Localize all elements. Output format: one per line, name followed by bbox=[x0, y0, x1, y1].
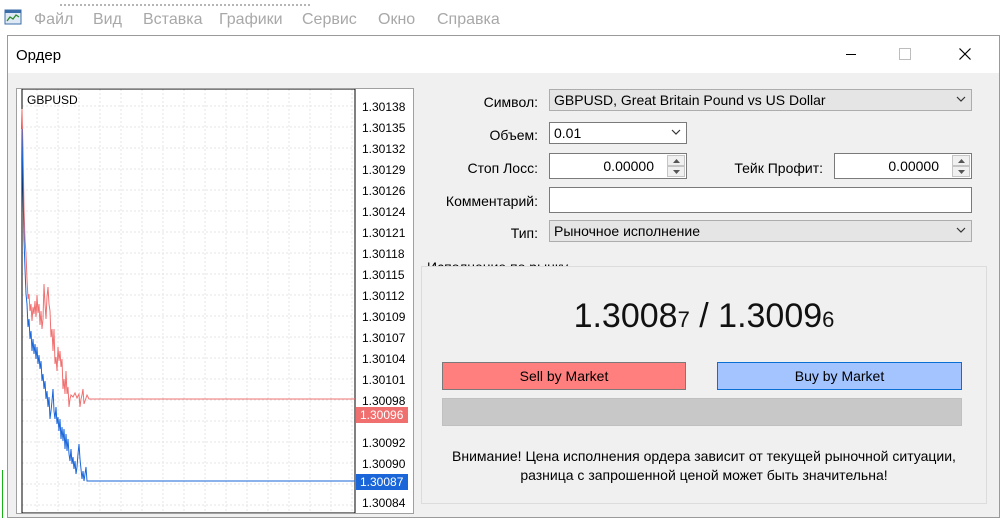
price-axis-label: 1.30138 bbox=[362, 100, 406, 114]
symbol-select-value: GBPUSD, Great Britain Pound vs US Dollar bbox=[554, 92, 826, 108]
terminal-app-icon bbox=[4, 9, 22, 25]
order-type-label: Тип: bbox=[510, 225, 538, 241]
price-axis-label: 1.30115 bbox=[362, 268, 405, 282]
price-axis-label: 1.30129 bbox=[362, 163, 406, 177]
take-profit-down-button[interactable] bbox=[952, 166, 970, 177]
minimize-button[interactable] bbox=[829, 36, 875, 73]
stop-loss-field[interactable] bbox=[549, 153, 687, 179]
stop-loss-label: Стоп Лосс: bbox=[467, 160, 539, 176]
take-profit-field[interactable] bbox=[834, 153, 972, 179]
menu-charts[interactable]: Графики bbox=[219, 11, 283, 29]
volume-select[interactable]: 0.01 bbox=[549, 122, 687, 144]
symbol-select[interactable]: GBPUSD, Great Britain Pound vs US Dollar bbox=[549, 89, 972, 111]
menu-file[interactable]: Файл bbox=[34, 11, 73, 29]
arrow-down-icon bbox=[958, 170, 965, 174]
symbol-label: Символ: bbox=[483, 94, 538, 110]
dialog-title: Ордер bbox=[16, 47, 62, 64]
comment-label: Комментарий: bbox=[445, 193, 538, 209]
menu-insert[interactable]: Вставка bbox=[143, 11, 202, 29]
take-profit-up-button[interactable] bbox=[952, 155, 970, 166]
price-separator: / bbox=[689, 297, 719, 335]
execution-progress-bar bbox=[442, 398, 962, 426]
order-type-select-value: Рыночное исполнение bbox=[554, 223, 701, 239]
price-axis-label: 1.30118 bbox=[362, 247, 405, 261]
bid-price-last-digit: 7 bbox=[677, 307, 690, 332]
price-axis-label: 1.30090 bbox=[362, 457, 406, 471]
price-axis-label: 1.30112 bbox=[362, 289, 405, 303]
stop-loss-up-button[interactable] bbox=[667, 155, 685, 166]
menu-help[interactable]: Справка bbox=[437, 11, 500, 29]
price-axis-label: 1.30126 bbox=[362, 184, 406, 198]
bid-price-tag-label: 1.30087 bbox=[360, 475, 404, 489]
close-button[interactable] bbox=[943, 36, 989, 73]
arrow-down-icon bbox=[673, 170, 680, 174]
stop-loss-stepper[interactable] bbox=[667, 155, 685, 177]
menu-window[interactable]: Окно bbox=[378, 11, 415, 29]
ask-price-tag-label: 1.30096 bbox=[360, 408, 404, 422]
chevron-down-icon bbox=[956, 227, 966, 233]
tick-chart: 1.30138 1.30135 1.30132 1.30129 1.30126 1.301… bbox=[16, 88, 414, 514]
bid-price-line bbox=[21, 128, 355, 482]
background-chart-edge bbox=[2, 470, 3, 518]
price-axis-label: 1.30098 bbox=[362, 394, 406, 408]
order-dialog: Ордер 1.30138 1.30135 1.30132 1.30129 1.3012… bbox=[7, 35, 1000, 518]
app-title-fragment bbox=[60, 0, 320, 6]
price-axis-label: 1.30124 bbox=[362, 205, 406, 219]
price-axis-label: 1.30107 bbox=[362, 331, 406, 345]
market-execution-panel: 1.30087 / 1.30096 Sell by Market Buy by … bbox=[421, 266, 987, 504]
comment-field[interactable] bbox=[549, 187, 972, 213]
tick-chart-canvas: 1.30138 1.30135 1.30132 1.30129 1.30126 1.301… bbox=[21, 89, 408, 513]
price-quote: 1.30087 / 1.30096 bbox=[422, 297, 986, 336]
chevron-down-icon bbox=[671, 129, 681, 135]
close-icon bbox=[959, 48, 971, 60]
price-axis-label: 1.30135 bbox=[362, 121, 406, 135]
arrow-up-icon bbox=[958, 159, 965, 163]
chart-symbol-label: GBPUSD bbox=[27, 93, 78, 107]
price-axis-label: 1.30132 bbox=[362, 142, 406, 156]
price-axis-label: 1.30084 bbox=[362, 496, 406, 510]
volume-label: Объем: bbox=[489, 127, 539, 143]
comment-input[interactable] bbox=[552, 190, 971, 212]
ask-price-last-digit: 6 bbox=[822, 307, 835, 332]
ask-price-line bbox=[21, 108, 355, 408]
arrow-up-icon bbox=[673, 159, 680, 163]
price-axis-label: 1.30101 bbox=[362, 373, 406, 387]
buy-by-market-button[interactable]: Buy by Market bbox=[717, 362, 962, 390]
chevron-down-icon bbox=[956, 96, 966, 102]
price-axis-label: 1.30092 bbox=[362, 436, 406, 450]
take-profit-label: Тейк Профит: bbox=[734, 160, 823, 176]
dialog-titlebar[interactable]: Ордер bbox=[8, 36, 999, 73]
minimize-icon bbox=[846, 54, 856, 55]
app-menubar: Файл Вид Вставка Графики Сервис Окно Спр… bbox=[0, 0, 1000, 40]
price-axis-label: 1.30109 bbox=[362, 310, 406, 324]
take-profit-input[interactable] bbox=[837, 156, 943, 176]
volume-select-value: 0.01 bbox=[554, 125, 582, 141]
stop-loss-input[interactable] bbox=[552, 156, 658, 176]
menu-tools[interactable]: Сервис bbox=[302, 11, 357, 29]
price-axis-label: 1.30121 bbox=[362, 226, 406, 240]
price-axis-label: 1.30104 bbox=[362, 352, 406, 366]
bid-price: 1.3008 bbox=[573, 297, 678, 335]
order-type-select[interactable]: Рыночное исполнение bbox=[549, 220, 972, 242]
stop-loss-down-button[interactable] bbox=[667, 166, 685, 177]
sell-by-market-button[interactable]: Sell by Market bbox=[442, 362, 686, 390]
maximize-button bbox=[883, 36, 929, 73]
execution-warning-line-1: Внимание! Цена исполнения ордера зависит… bbox=[452, 448, 956, 464]
execution-warning: Внимание! Цена исполнения ордера зависит… bbox=[422, 447, 986, 485]
ask-price: 1.3009 bbox=[718, 297, 823, 335]
take-profit-stepper[interactable] bbox=[952, 155, 970, 177]
maximize-icon bbox=[899, 48, 911, 60]
menu-view[interactable]: Вид bbox=[93, 11, 122, 29]
execution-warning-line-2: разница с запрошенной ценой может быть з… bbox=[520, 467, 888, 483]
